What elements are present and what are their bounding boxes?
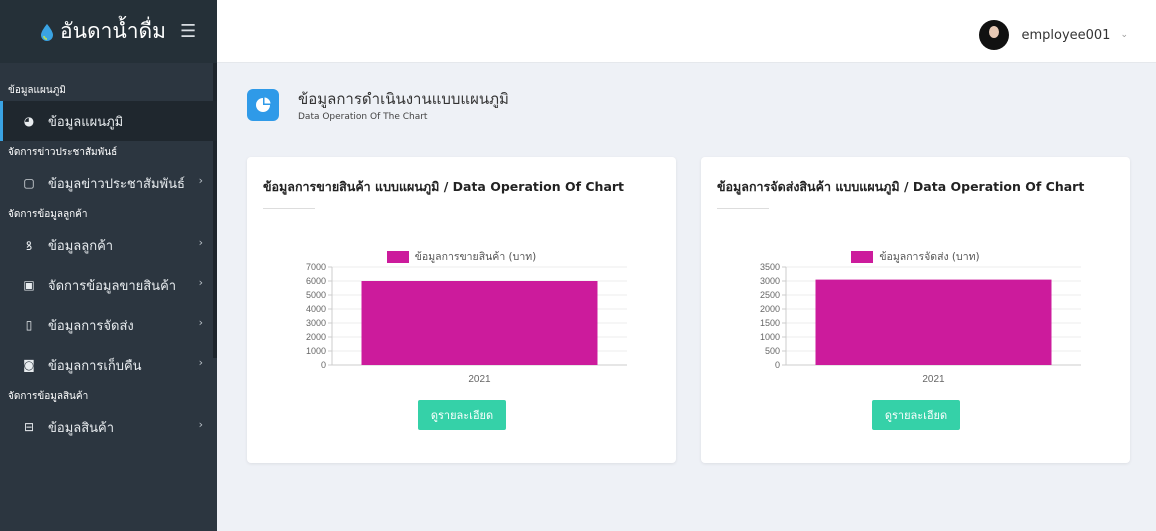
page-title: ข้อมูลการดำเนินงานแบบแผนภูมิ: [298, 90, 509, 108]
y-tick-label: 3000: [306, 318, 326, 328]
view-details-button[interactable]: ดูรายละเอียด: [872, 400, 960, 430]
bar: [815, 279, 1052, 365]
basket-icon: ▣: [23, 278, 35, 292]
sales-bar-chart: 0 1000 2000 3000 4000 5000 6000 7000 2021: [306, 263, 627, 385]
y-tick-label: 1000: [760, 332, 780, 342]
y-tick-label: 1000: [306, 346, 326, 356]
sidebar-item-delivery[interactable]: ▯ ข้อมูลการจัดส่ง ›: [0, 305, 217, 345]
sidebar-section-news: จัดการข่าวประชาสัมพันธ์: [8, 146, 118, 158]
legend-swatch: [851, 250, 874, 263]
y-tick-label: 4000: [306, 304, 326, 314]
view-details-button[interactable]: ดูรายละเอียด: [418, 400, 506, 430]
divider: [717, 208, 769, 209]
chevron-right-icon: ›: [198, 316, 203, 329]
chevron-down-icon[interactable]: ⌄: [1120, 30, 1128, 40]
sidebar-item-label: ข้อมูลแผนภูมิ: [48, 114, 124, 130]
pie-chart-icon: [247, 89, 279, 121]
card-title: ข้อมูลการขายสินค้า แบบแผนภูมิ / Data Ope…: [263, 179, 625, 194]
sidebar-item-sales[interactable]: ▣ จัดการข้อมูลขายสินค้า ›: [0, 265, 217, 305]
page-subtitle: Data Operation Of The Chart: [298, 112, 428, 122]
users-icon: ꝸ: [25, 238, 33, 253]
brand: อันดาน้ำดื่ม ☰: [0, 0, 217, 63]
truck-icon: ◙: [23, 358, 35, 372]
y-tick-label: 3000: [760, 276, 780, 286]
sidebar-item-customers[interactable]: ꝸ ข้อมูลลูกค้า ›: [0, 225, 217, 265]
card-title: ข้อมูลการจัดส่งสินค้า แบบแผนภูมิ / Data …: [717, 179, 1085, 194]
sidebar-item-returns[interactable]: ◙ ข้อมูลการเก็บคืน ›: [0, 345, 217, 385]
sidebar-item-news[interactable]: ▢ ข้อมูลข่าวประชาสัมพันธ์ ›: [0, 163, 217, 203]
sales-chart-card: ข้อมูลการขายสินค้า แบบแผนภูมิ / Data Ope…: [247, 157, 676, 463]
divider: [263, 208, 315, 209]
sidebar-item-label: ข้อมูลข่าวประชาสัมพันธ์: [48, 176, 185, 192]
y-tick-label: 1500: [760, 318, 780, 328]
sidebar-section-customers: จัดการข้อมูลลูกค้า: [8, 208, 88, 220]
y-tick-label: 2500: [760, 290, 780, 300]
sidebar-item-label: ข้อมูลการเก็บคืน: [48, 358, 142, 374]
cart-icon: ⊟: [23, 420, 35, 434]
delivery-bar-chart: 0 500 1000 1500 2000 2500 3000 3500 2021: [760, 263, 1081, 385]
avatar[interactable]: [979, 20, 1010, 50]
y-tick-label: 7000: [306, 263, 326, 272]
y-tick-label: 6000: [306, 276, 326, 286]
brand-title[interactable]: อันดาน้ำดื่ม: [60, 15, 166, 48]
sidebar-item-label: ข้อมูลการจัดส่ง: [48, 318, 134, 334]
chevron-right-icon: ›: [198, 356, 203, 369]
sidebar-item-label: ข้อมูลลูกค้า: [48, 238, 114, 254]
sidebar-section-products: จัดการข้อมูลสินค้า: [8, 390, 89, 402]
username[interactable]: employee001: [1021, 28, 1110, 43]
delivery-chart-card: ข้อมูลการจัดส่งสินค้า แบบแผนภูมิ / Data …: [701, 157, 1130, 463]
news-icon: ▢: [23, 176, 35, 190]
hamburger-menu-icon[interactable]: ☰: [180, 21, 196, 42]
sidebar-item-products[interactable]: ⊟ ข้อมูลสินค้า ›: [0, 407, 217, 447]
y-tick-label: 5000: [306, 290, 326, 300]
box-icon: ▯: [25, 318, 33, 332]
y-tick-label: 500: [765, 346, 780, 356]
sidebar-section-charts: ข้อมูลแผนภูมิ: [8, 84, 66, 96]
x-tick-label: 2021: [922, 374, 945, 385]
sidebar-item-label: ข้อมูลสินค้า: [48, 420, 115, 436]
legend-swatch: [386, 250, 409, 263]
sidebar-item-charts[interactable]: ◕ ข้อมูลแผนภูมิ: [0, 101, 217, 141]
topbar: employee001 ⌄: [217, 0, 1156, 63]
sidebar-item-label: จัดการข้อมูลขายสินค้า: [48, 278, 177, 294]
y-tick-label: 3500: [760, 263, 780, 272]
water-drop-icon: [40, 23, 54, 41]
y-tick-label: 0: [775, 360, 780, 370]
chevron-right-icon: ›: [198, 174, 203, 187]
y-tick-label: 2000: [760, 304, 780, 314]
x-tick-label: 2021: [468, 374, 491, 385]
bar: [361, 281, 598, 365]
y-tick-label: 2000: [306, 332, 326, 342]
user-menu[interactable]: employee001 ⌄: [979, 20, 1128, 50]
sidebar: อันดาน้ำดื่ม ☰ ข้อมูลแผนภูมิ ◕ ข้อมูลแผน…: [0, 0, 217, 531]
chevron-right-icon: ›: [198, 418, 203, 431]
y-tick-label: 0: [321, 360, 326, 370]
chevron-right-icon: ›: [198, 276, 203, 289]
pie-chart-icon: ◕: [23, 114, 35, 128]
chevron-right-icon: ›: [198, 236, 203, 249]
